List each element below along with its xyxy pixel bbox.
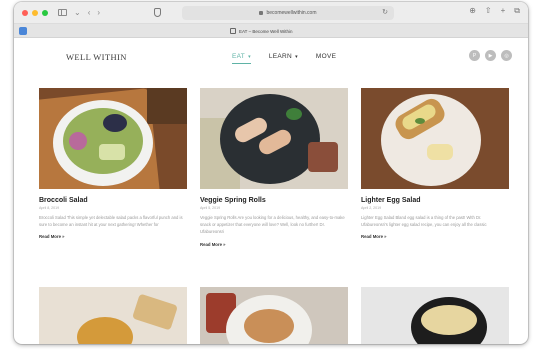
favorites-icon[interactable] bbox=[19, 27, 27, 35]
post-thumbnail[interactable] bbox=[200, 287, 348, 344]
nav-label: EAT bbox=[232, 53, 246, 60]
tab-title: EAT – Become Well Within bbox=[239, 28, 293, 34]
post-title[interactable]: Veggie Spring Rolls bbox=[200, 197, 348, 204]
site-logo[interactable]: WELL WITHIN bbox=[66, 52, 127, 62]
social-links: P ▶ ◎ bbox=[469, 50, 512, 61]
youtube-icon[interactable]: ▶ bbox=[485, 50, 496, 61]
post-grid-next-row bbox=[39, 287, 509, 344]
browser-window: ⌄ ‹ › becomewellwithin.com ↻ ⊕ ⇧ + ⧉ EAT… bbox=[14, 2, 528, 344]
forward-button[interactable]: › bbox=[97, 8, 100, 17]
pinterest-icon[interactable]: P bbox=[469, 50, 480, 61]
post-thumbnail[interactable] bbox=[200, 88, 348, 189]
share-icon[interactable]: ⇧ bbox=[485, 7, 492, 15]
chevron-down-icon[interactable]: ⌄ bbox=[74, 8, 81, 17]
read-more-link[interactable]: Read More » bbox=[200, 242, 348, 247]
new-tab-icon[interactable]: + bbox=[501, 7, 506, 15]
nav-label: LEARN bbox=[268, 53, 293, 60]
post-thumbnail[interactable] bbox=[39, 287, 187, 344]
zoom-window-button[interactable] bbox=[42, 9, 48, 16]
post-card: Broccoli Salad April 8, 2019 Broccoli Sa… bbox=[39, 88, 187, 247]
window-controls bbox=[22, 9, 48, 16]
read-more-link[interactable]: Read More » bbox=[39, 234, 187, 239]
downloads-icon[interactable]: ⊕ bbox=[469, 7, 476, 15]
back-button[interactable]: ‹ bbox=[88, 8, 91, 17]
nav-item-eat[interactable]: EAT ▾ bbox=[232, 53, 251, 64]
sidebar-toggle-icon[interactable] bbox=[58, 9, 67, 16]
post-excerpt: Lighter Egg Salad Bland egg salad is a t… bbox=[361, 215, 487, 228]
post-excerpt: Broccoli Salad This simple yet delectabl… bbox=[39, 215, 183, 228]
main-nav: EAT ▾ LEARN ▾ MOVE bbox=[232, 53, 336, 64]
post-card: Lighter Egg Salad April 2, 2019 Lighter … bbox=[361, 88, 509, 247]
nav-label: MOVE bbox=[315, 53, 337, 60]
chevron-down-icon: ▾ bbox=[248, 53, 251, 60]
nav-item-learn[interactable]: LEARN ▾ bbox=[269, 53, 298, 60]
address-url[interactable]: becomewellwithin.com bbox=[266, 10, 316, 16]
post-title[interactable]: Broccoli Salad bbox=[39, 197, 187, 204]
post-card: Veggie Spring Rolls April 5, 2019 Veggie… bbox=[200, 88, 348, 247]
post-date: April 2, 2019 bbox=[361, 206, 382, 210]
post-date: April 8, 2019 bbox=[39, 206, 60, 210]
post-thumbnail[interactable] bbox=[361, 88, 509, 189]
tab-favicon-icon bbox=[230, 28, 236, 34]
privacy-shield-icon[interactable] bbox=[154, 8, 161, 17]
instagram-icon[interactable]: ◎ bbox=[501, 50, 512, 61]
tab-overview-icon[interactable]: ⧉ bbox=[514, 7, 520, 15]
post-thumbnail[interactable] bbox=[361, 287, 509, 344]
post-grid: Broccoli Salad April 8, 2019 Broccoli Sa… bbox=[39, 88, 509, 247]
minimize-window-button[interactable] bbox=[32, 9, 38, 16]
address-bar[interactable]: becomewellwithin.com ↻ bbox=[182, 6, 394, 20]
read-more-link[interactable]: Read More » bbox=[361, 234, 509, 239]
lock-icon bbox=[259, 11, 264, 15]
reload-icon[interactable]: ↻ bbox=[382, 8, 388, 16]
post-excerpt: Veggie Spring Rolls Are you looking for … bbox=[200, 215, 345, 235]
tab-bar: EAT – Become Well Within bbox=[14, 24, 528, 38]
post-title[interactable]: Lighter Egg Salad bbox=[361, 197, 509, 204]
chevron-down-icon: ▾ bbox=[295, 53, 298, 60]
site-header: WELL WITHIN EAT ▾ LEARN ▾ MOVE P ▶ ◎ bbox=[14, 38, 528, 82]
nav-item-move[interactable]: MOVE bbox=[316, 53, 336, 60]
post-thumbnail[interactable] bbox=[39, 88, 187, 189]
post-date: April 5, 2019 bbox=[200, 206, 221, 210]
browser-toolbar: ⌄ ‹ › becomewellwithin.com ↻ ⊕ ⇧ + ⧉ bbox=[14, 2, 528, 24]
active-tab[interactable]: EAT – Become Well Within bbox=[230, 26, 293, 36]
close-window-button[interactable] bbox=[22, 9, 28, 16]
